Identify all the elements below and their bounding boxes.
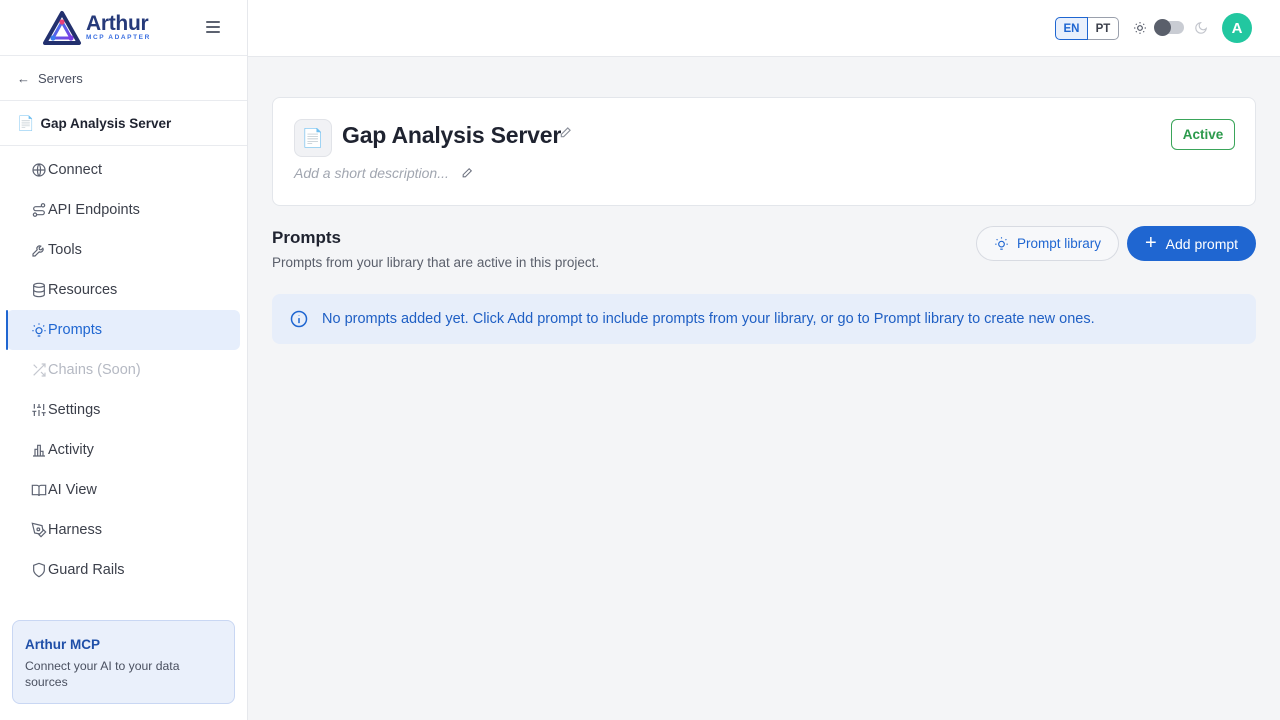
sidebar-item-prompts[interactable]: Prompts bbox=[6, 310, 240, 350]
promo-card: Arthur MCP Connect your AI to your data … bbox=[12, 620, 235, 704]
lang-en-button[interactable]: EN bbox=[1055, 17, 1088, 40]
bar-chart-icon bbox=[29, 442, 49, 458]
page-title: Gap Analysis Server bbox=[342, 122, 562, 148]
prompt-library-button[interactable]: Prompt library bbox=[976, 226, 1119, 261]
brand-subtitle: MCP ADAPTER bbox=[86, 34, 151, 42]
book-icon bbox=[29, 482, 49, 498]
shield-icon bbox=[29, 562, 49, 578]
promo-text: Connect your AI to your data sources bbox=[25, 659, 180, 689]
avatar[interactable]: A bbox=[1222, 13, 1252, 43]
sidebar-item-settings[interactable]: Settings bbox=[7, 390, 240, 430]
moon-icon bbox=[1195, 21, 1208, 34]
sidebar-item-chains: Chains (Soon) bbox=[7, 350, 240, 390]
sidebar-nav: Connect API Endpoints Tools Resources Pr… bbox=[0, 146, 247, 590]
document-icon: 📄 bbox=[294, 119, 332, 157]
arthur-logo-icon bbox=[43, 10, 81, 45]
section-title: Prompts bbox=[272, 228, 341, 247]
lightbulb-icon bbox=[29, 322, 49, 338]
route-icon bbox=[29, 202, 49, 218]
section-subtitle: Prompts from your library that are activ… bbox=[272, 255, 600, 270]
sidebar-item-ai-view[interactable]: AI View bbox=[7, 470, 240, 510]
status-badge: Active bbox=[1171, 119, 1235, 150]
shuffle-icon bbox=[29, 362, 49, 378]
edit-title-icon[interactable] bbox=[559, 125, 573, 139]
info-icon bbox=[290, 310, 308, 328]
sidebar: Arthur MCP ADAPTER ← Servers 📄 Gap Analy… bbox=[0, 0, 248, 720]
theme-toggle[interactable] bbox=[1154, 19, 1184, 36]
pen-tool-icon bbox=[29, 522, 49, 538]
current-server: 📄 Gap Analysis Server bbox=[0, 101, 247, 146]
brand: Arthur MCP ADAPTER bbox=[0, 0, 247, 56]
lang-pt-button[interactable]: PT bbox=[1088, 17, 1119, 40]
edit-description-icon[interactable] bbox=[461, 166, 474, 179]
database-icon bbox=[29, 282, 49, 298]
sidebar-item-api-endpoints[interactable]: API Endpoints bbox=[7, 190, 240, 230]
plus-icon: + bbox=[1144, 231, 1157, 254]
sidebar-item-resources[interactable]: Resources bbox=[7, 270, 240, 310]
sidebar-item-harness[interactable]: Harness bbox=[7, 510, 240, 550]
globe-icon bbox=[29, 162, 49, 178]
sidebar-item-guard-rails[interactable]: Guard Rails bbox=[7, 550, 240, 590]
server-header-card: 📄 Gap Analysis Server Add a short descri… bbox=[272, 97, 1256, 206]
sidebar-item-connect[interactable]: Connect bbox=[7, 150, 240, 190]
wrench-icon bbox=[29, 242, 49, 258]
empty-state-alert: No prompts added yet. Click Add prompt t… bbox=[272, 294, 1256, 344]
topbar: EN PT A bbox=[248, 0, 1280, 57]
document-icon: 📄 bbox=[17, 114, 35, 131]
empty-state-message: No prompts added yet. Click Add prompt t… bbox=[322, 311, 1095, 327]
description-placeholder[interactable]: Add a short description... bbox=[294, 165, 449, 181]
back-to-servers-link[interactable]: ← Servers bbox=[0, 56, 247, 101]
brand-name: Arthur bbox=[86, 12, 149, 36]
promo-title: Arthur MCP bbox=[25, 637, 100, 652]
add-prompt-button[interactable]: + Add prompt bbox=[1127, 226, 1256, 261]
arrow-left-icon: ← bbox=[17, 70, 30, 86]
current-server-name: Gap Analysis Server bbox=[40, 115, 172, 131]
language-switcher: EN PT bbox=[1055, 17, 1119, 40]
menu-toggle-icon[interactable] bbox=[206, 21, 220, 33]
add-prompt-label: Add prompt bbox=[1165, 235, 1239, 252]
lightbulb-icon bbox=[995, 237, 1008, 250]
back-label: Servers bbox=[38, 70, 83, 86]
sidebar-item-activity[interactable]: Activity bbox=[7, 430, 240, 470]
sidebar-item-tools[interactable]: Tools bbox=[7, 230, 240, 270]
sliders-icon bbox=[29, 402, 49, 418]
prompt-library-label: Prompt library bbox=[1016, 236, 1102, 251]
sun-icon bbox=[1134, 22, 1146, 34]
